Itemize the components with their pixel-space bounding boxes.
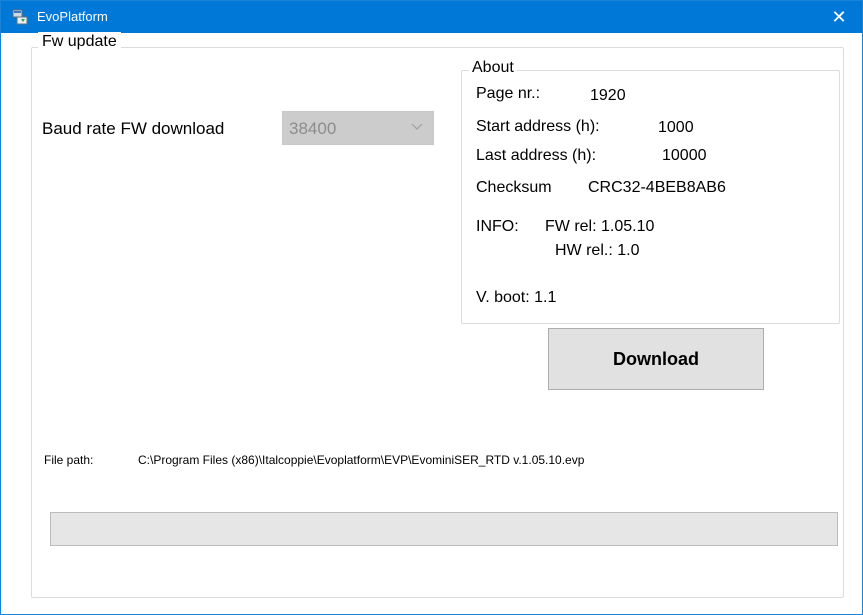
window-title: EvoPlatform bbox=[37, 9, 108, 24]
title-bar[interactable]: EvoPlatform ✕ bbox=[1, 1, 862, 33]
last-address-value: 10000 bbox=[662, 147, 707, 164]
app-icon bbox=[12, 9, 28, 25]
baud-rate-label: Baud rate FW download bbox=[42, 119, 225, 138]
about-legend: About bbox=[469, 58, 517, 78]
fw-update-legend: Fw update bbox=[38, 32, 121, 52]
start-address-label: Start address (h): bbox=[476, 118, 600, 135]
fw-release: FW rel: 1.05.10 bbox=[545, 218, 655, 235]
chevron-down-icon bbox=[411, 123, 423, 130]
checksum-label: Checksum bbox=[476, 179, 552, 196]
baud-rate-select[interactable]: 38400 bbox=[282, 111, 434, 145]
file-path-value: C:\Program Files (x86)\Italcoppie\Evopla… bbox=[138, 453, 585, 467]
close-icon: ✕ bbox=[831, 6, 847, 27]
boot-version: V. boot: 1.1 bbox=[476, 289, 557, 306]
start-address-value: 1000 bbox=[658, 119, 694, 136]
last-address-label: Last address (h): bbox=[476, 147, 597, 164]
hw-release: HW rel.: 1.0 bbox=[555, 242, 640, 259]
download-button[interactable]: Download bbox=[548, 328, 764, 390]
page-nr-label: Page nr.: bbox=[476, 85, 541, 102]
checksum-value: CRC32-4BEB8AB6 bbox=[588, 179, 726, 196]
info-label: INFO: bbox=[476, 218, 519, 235]
file-path-label: File path: bbox=[44, 453, 94, 467]
progress-bar bbox=[50, 512, 838, 546]
page-nr-value: 1920 bbox=[590, 87, 626, 104]
download-button-label: Download bbox=[613, 348, 699, 369]
baud-rate-value: 38400 bbox=[289, 119, 337, 138]
close-button[interactable]: ✕ bbox=[816, 1, 862, 33]
